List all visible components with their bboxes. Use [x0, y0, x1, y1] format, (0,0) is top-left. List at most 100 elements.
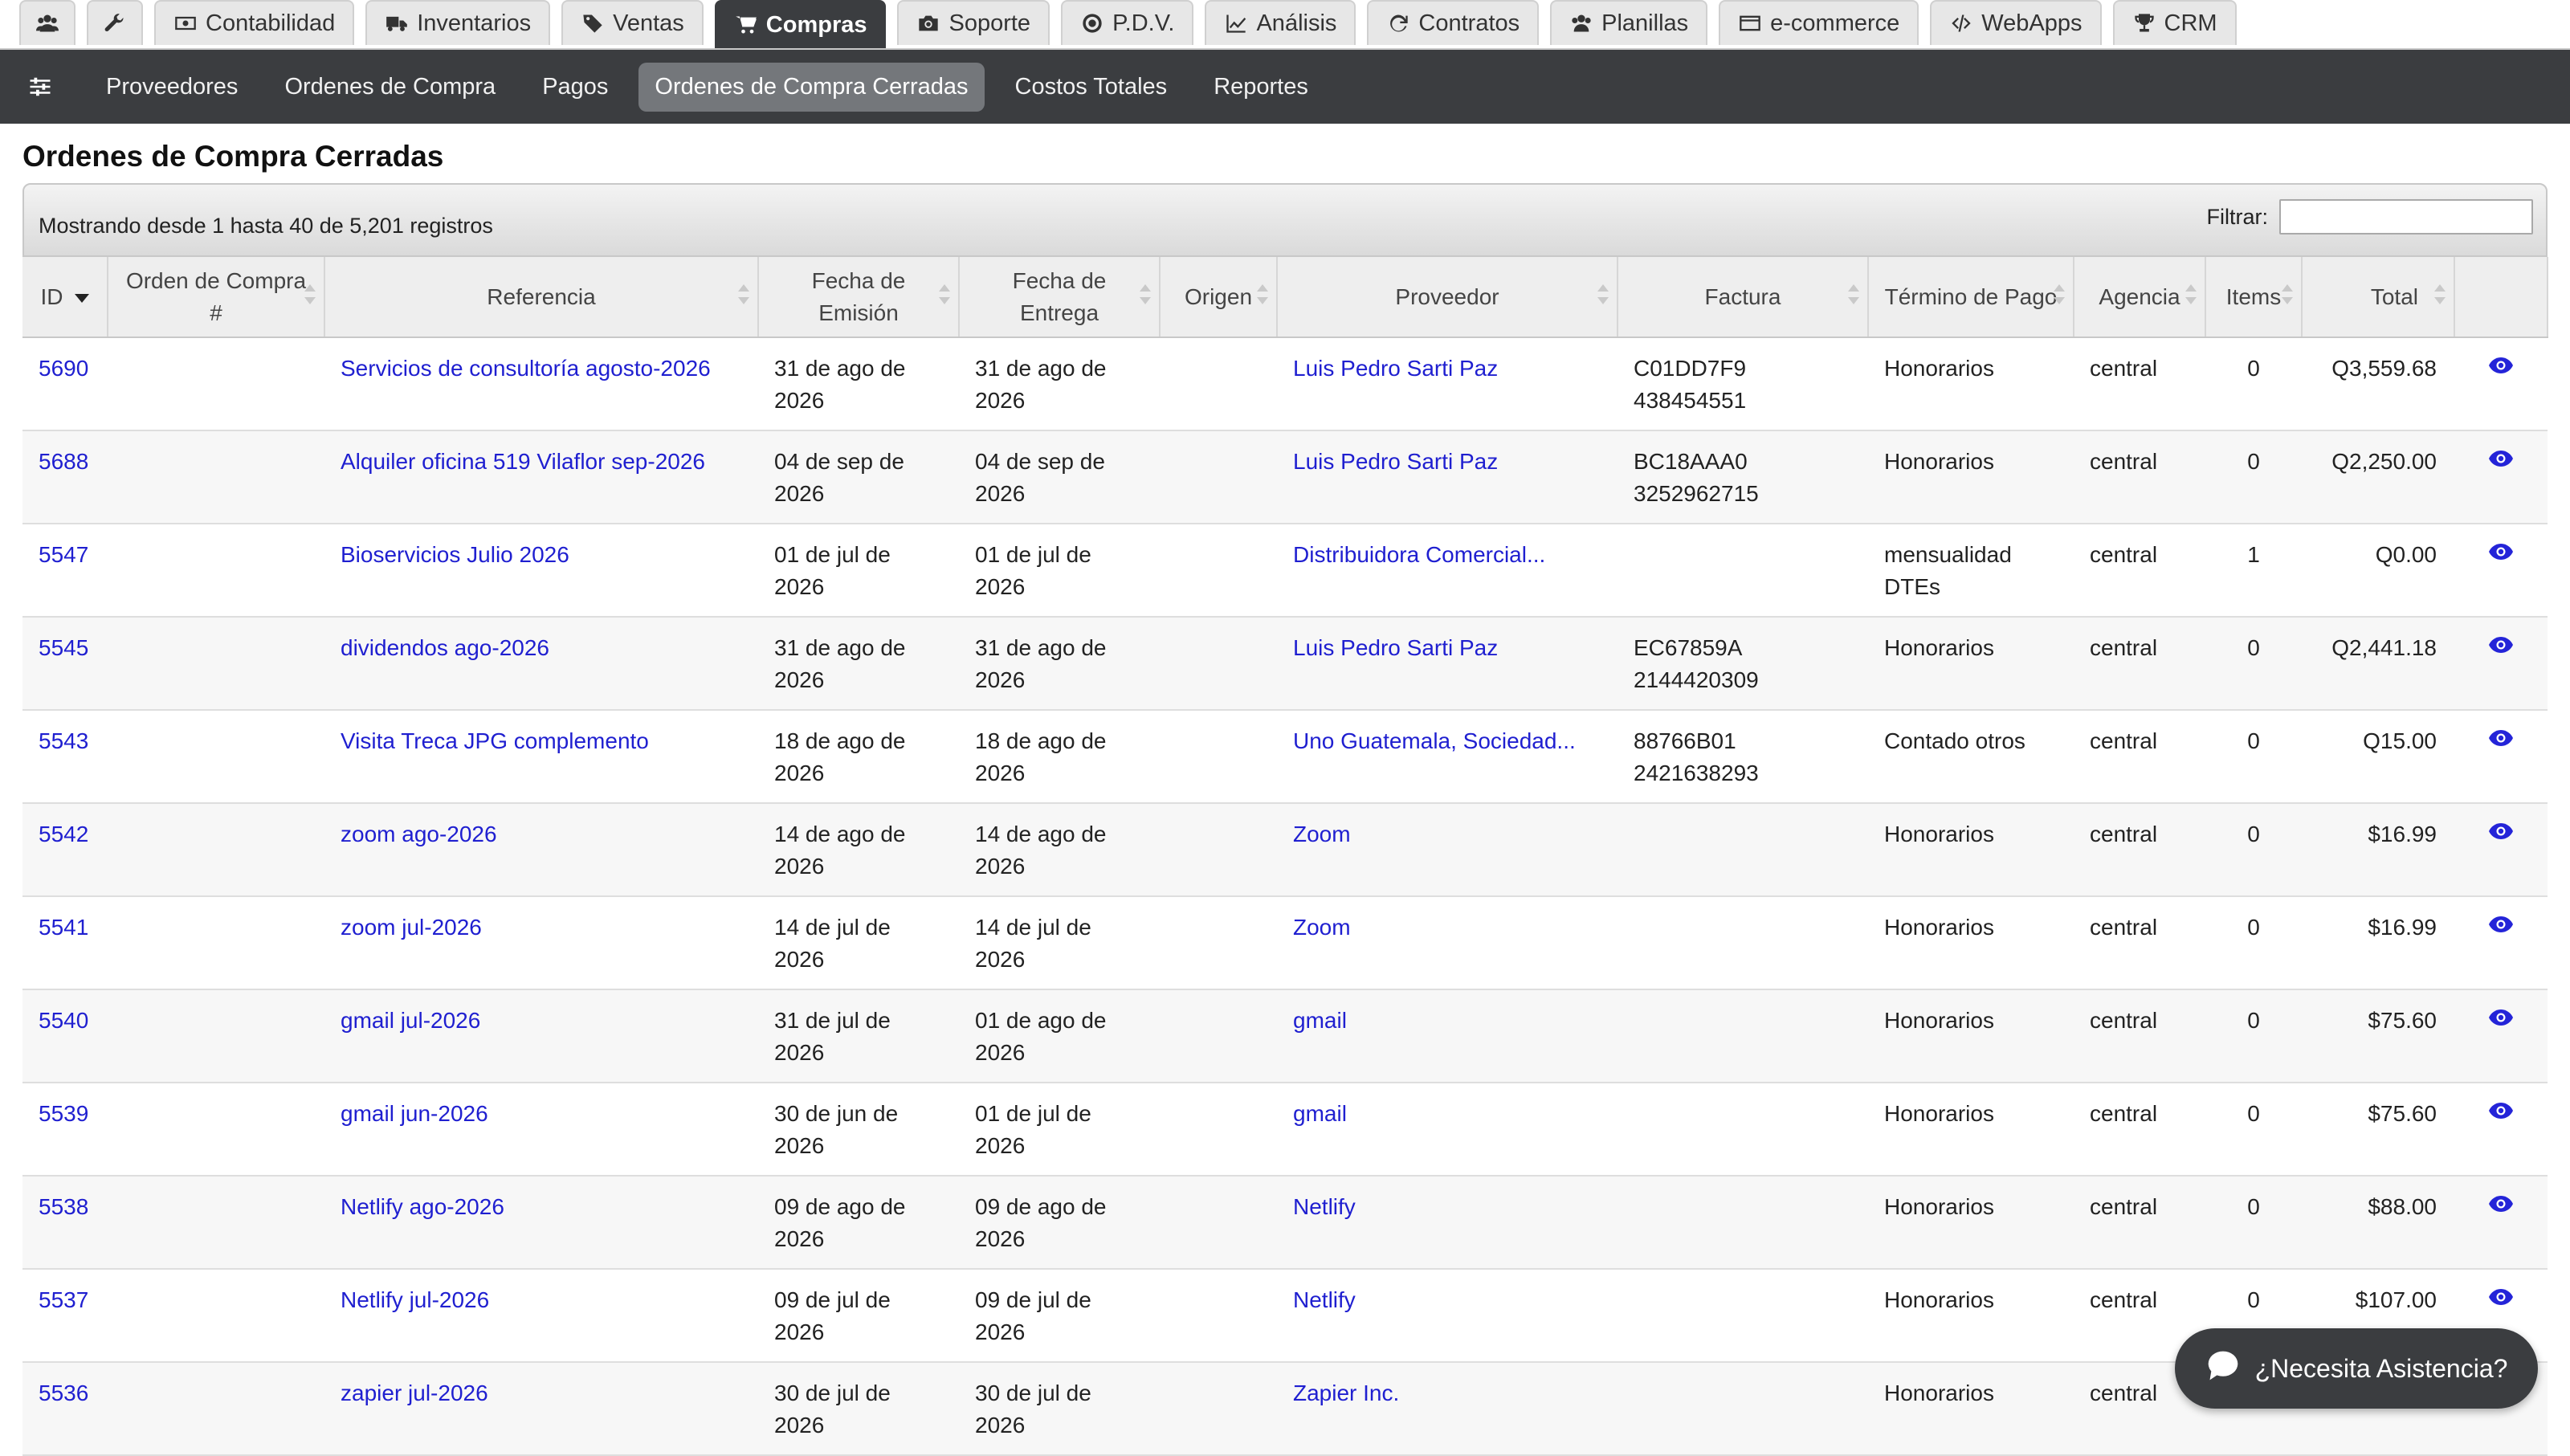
proveedor-link[interactable]: Netlify [1293, 1194, 1356, 1219]
module-tab-ventas[interactable]: Ventas [561, 0, 704, 45]
eye-icon[interactable] [2488, 354, 2514, 379]
subnav-item-ordenes-de-compra-cerradas[interactable]: Ordenes de Compra Cerradas [638, 62, 985, 112]
col-items[interactable]: Items [2205, 257, 2303, 338]
col-emision[interactable]: Fecha de Emisión [758, 257, 960, 338]
proveedor-link[interactable]: gmail [1293, 1008, 1347, 1033]
cell-termino: Honorarios [1868, 1083, 2074, 1177]
id-link[interactable]: 5536 [39, 1381, 88, 1405]
col-entrega[interactable]: Fecha de Entrega [959, 257, 1161, 338]
eye-icon[interactable] [2488, 634, 2514, 659]
module-tab-e-commerce[interactable]: e-commerce [1719, 0, 1919, 45]
module-tab-p-d-v-[interactable]: P.D.V. [1061, 0, 1194, 45]
referencia-link[interactable]: Visita Treca JPG complemento [341, 728, 649, 753]
eye-icon[interactable] [2488, 447, 2514, 472]
referencia-link[interactable]: Alquiler oficina 519 Vilaflor sep-2026 [341, 449, 705, 474]
id-link[interactable]: 5688 [39, 449, 88, 474]
subnav-item-pagos[interactable]: Pagos [526, 63, 624, 112]
referencia-link[interactable]: gmail jun-2026 [341, 1101, 488, 1126]
cell-actions [2454, 617, 2548, 711]
filter-input[interactable] [2279, 199, 2533, 235]
id-link[interactable]: 5542 [39, 822, 88, 846]
cell-factura [1617, 1362, 1868, 1456]
eye-icon[interactable] [2488, 820, 2514, 845]
proveedor-link[interactable]: Uno Guatemala, Sociedad... [1293, 728, 1576, 753]
subnav-item-ordenes-de-compra[interactable]: Ordenes de Compra [268, 63, 512, 112]
module-tab-label: Contratos [1418, 10, 1520, 36]
referencia-link[interactable]: gmail jul-2026 [341, 1008, 480, 1033]
module-tab-contratos[interactable]: Contratos [1367, 0, 1540, 45]
col-agencia[interactable]: Agencia [2074, 257, 2206, 338]
module-tab-users[interactable] [19, 0, 75, 45]
subnav-item-proveedores[interactable]: Proveedores [90, 63, 254, 112]
id-link[interactable]: 5547 [39, 542, 88, 567]
eye-icon[interactable] [2488, 1193, 2514, 1217]
eye-icon[interactable] [2488, 913, 2514, 938]
id-link[interactable]: 5539 [39, 1101, 88, 1126]
id-link[interactable]: 5543 [39, 728, 88, 753]
module-tab-an-lisis[interactable]: Análisis [1205, 0, 1356, 45]
eye-icon[interactable] [2488, 1286, 2514, 1311]
module-tab-contabilidad[interactable]: Contabilidad [154, 0, 355, 45]
id-link[interactable]: 5538 [39, 1194, 88, 1219]
module-tab-crm[interactable]: CRM [2112, 0, 2237, 45]
table-row: 5542 zoom ago-2026 14 de ago de 2026 14 de … [22, 803, 2548, 897]
sliders-icon[interactable] [24, 71, 56, 103]
col-orden[interactable]: Orden de Compra # [108, 257, 325, 338]
module-tab-webapps[interactable]: WebApps [1930, 0, 2102, 45]
sort-icon [2282, 284, 2293, 308]
proveedor-link[interactable]: Luis Pedro Sarti Paz [1293, 356, 1498, 381]
referencia-link[interactable]: Netlify jul-2026 [341, 1287, 489, 1312]
id-link[interactable]: 5545 [39, 635, 88, 660]
assist-button[interactable]: ¿Necesita Asistencia? [2175, 1328, 2538, 1409]
table-row: 5688 Alquiler oficina 519 Vilaflor sep-20… [22, 430, 2548, 524]
referencia-link[interactable]: Netlify ago-2026 [341, 1194, 504, 1219]
cell-origen [1160, 896, 1277, 990]
cell-orden [108, 710, 324, 804]
module-tab-soporte[interactable]: Soporte [897, 0, 1050, 45]
module-tab-compras[interactable]: Compras [714, 0, 887, 48]
eye-icon[interactable] [2488, 727, 2514, 752]
referencia-link[interactable]: dividendos ago-2026 [341, 635, 549, 660]
proveedor-link[interactable]: Zoom [1293, 822, 1351, 846]
referencia-link[interactable]: Bioservicios Julio 2026 [341, 542, 569, 567]
eye-icon[interactable] [2488, 1006, 2514, 1031]
id-link[interactable]: 5541 [39, 915, 88, 940]
proveedor-link[interactable]: Netlify [1293, 1287, 1356, 1312]
id-link[interactable]: 5690 [39, 356, 88, 381]
proveedor-link[interactable]: gmail [1293, 1101, 1347, 1126]
col-id[interactable]: ID [22, 257, 108, 338]
proveedor-link[interactable]: Luis Pedro Sarti Paz [1293, 449, 1498, 474]
subnav-item-reportes[interactable]: Reportes [1197, 63, 1324, 112]
module-tab-inventarios[interactable]: Inventarios [365, 0, 551, 45]
proveedor-link[interactable]: Zoom [1293, 915, 1351, 940]
cell-termino: Honorarios [1868, 1362, 2074, 1456]
id-link[interactable]: 5540 [39, 1008, 88, 1033]
proveedor-link[interactable]: Zapier Inc. [1293, 1381, 1399, 1405]
referencia-link[interactable]: zoom ago-2026 [341, 822, 497, 846]
table-row: 5537 Netlify jul-2026 09 de jul de 2026 09 … [22, 1269, 2548, 1363]
cell-id: 5690 [22, 337, 108, 431]
referencia-link[interactable]: zapier jul-2026 [341, 1381, 488, 1405]
eye-icon[interactable] [2488, 540, 2514, 565]
col-referencia[interactable]: Referencia [324, 257, 759, 338]
cell-actions [2454, 803, 2548, 897]
proveedor-link[interactable]: Distribuidora Comercial... [1293, 542, 1545, 567]
col-total[interactable]: Total [2302, 257, 2455, 338]
proveedor-link[interactable]: Luis Pedro Sarti Paz [1293, 635, 1498, 660]
table-row: 5547 Bioservicios Julio 2026 01 de jul de … [22, 524, 2548, 618]
cell-proveedor: Zoom [1277, 896, 1617, 990]
referencia-link[interactable]: Servicios de consultoría agosto-2026 [341, 356, 711, 381]
id-link[interactable]: 5537 [39, 1287, 88, 1312]
module-tab-label: Contabilidad [206, 10, 336, 36]
col-proveedor[interactable]: Proveedor [1277, 257, 1618, 338]
col-factura[interactable]: Factura [1617, 257, 1869, 338]
col-origen[interactable]: Origen [1160, 257, 1278, 338]
eye-icon[interactable] [2488, 1099, 2514, 1124]
module-tab-planillas[interactable]: Planillas [1550, 0, 1708, 45]
cell-total: $75.60 [2302, 989, 2454, 1083]
cell-emision: 09 de jul de 2026 [758, 1269, 959, 1363]
module-tab-wrench[interactable] [87, 0, 143, 45]
col-termino[interactable]: Término de Pago [1868, 257, 2074, 338]
referencia-link[interactable]: zoom jul-2026 [341, 915, 482, 940]
subnav-item-costos-totales[interactable]: Costos Totales [999, 63, 1184, 112]
